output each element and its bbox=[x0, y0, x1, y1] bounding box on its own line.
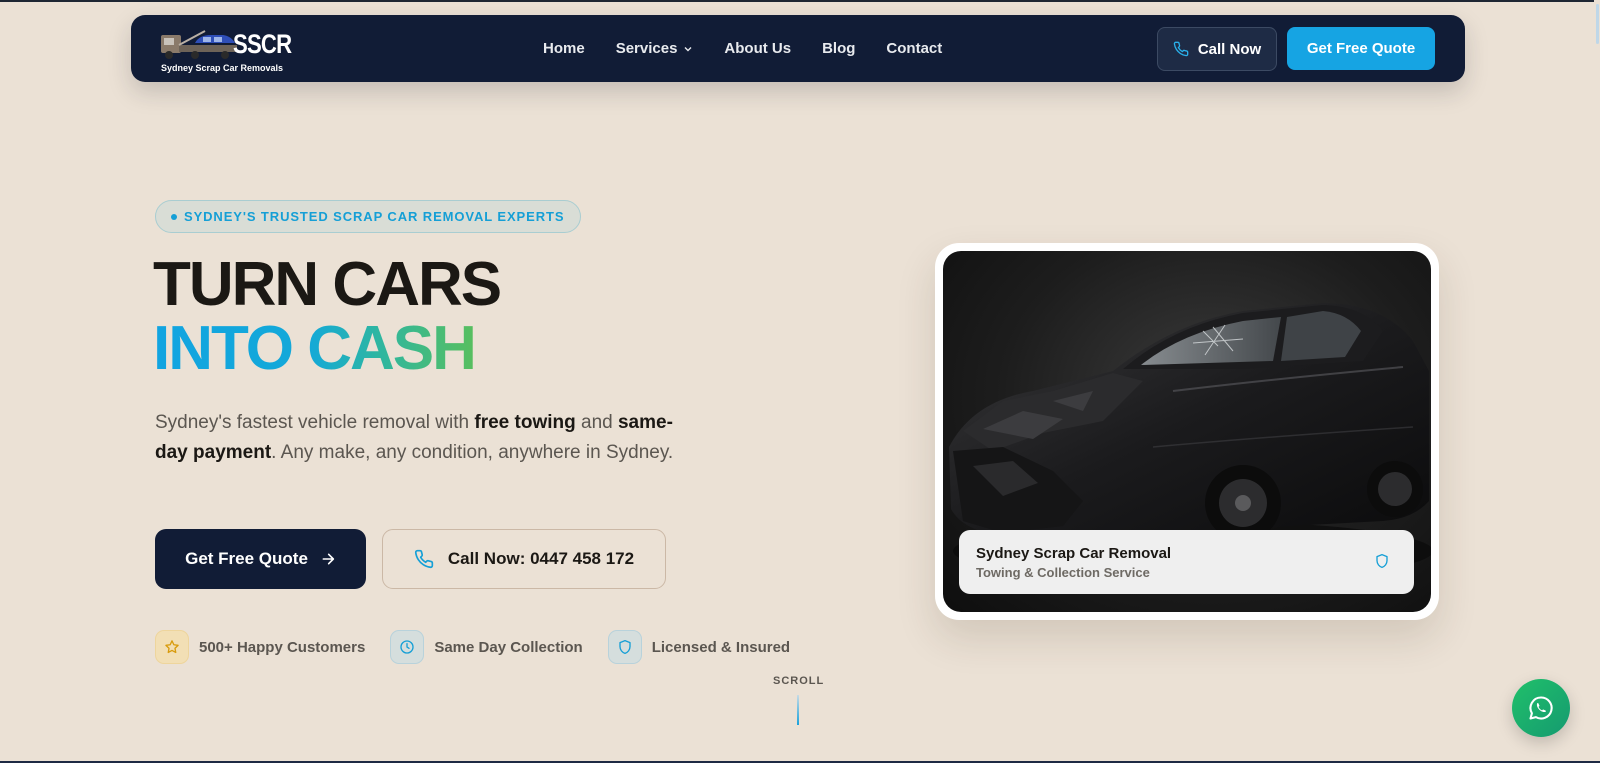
hero-badge: SYDNEY'S TRUSTED SCRAP CAR REMOVAL EXPER… bbox=[155, 200, 582, 233]
arrow-right-icon bbox=[322, 553, 335, 565]
phone-icon bbox=[1173, 41, 1189, 57]
whatsapp-button[interactable] bbox=[1512, 679, 1570, 737]
page-scrollbar[interactable] bbox=[1594, 0, 1600, 763]
feature-label: 500+ Happy Customers bbox=[199, 638, 366, 656]
hero-image-card: Sydney Scrap Car Removal Towing & Collec… bbox=[935, 243, 1439, 620]
hero-get-quote-button[interactable]: Get Free Quote bbox=[155, 529, 366, 589]
star-icon bbox=[155, 630, 189, 664]
main-nav: Home Services About Us Blog Contact bbox=[543, 15, 973, 82]
navbar: SSCR Sydney Scrap Car Removals Home Serv… bbox=[131, 15, 1465, 82]
logo-subtitle: Sydney Scrap Car Removals bbox=[161, 63, 284, 73]
nav-link-services-label: Services bbox=[615, 40, 678, 57]
logo-mark: SSCR bbox=[233, 29, 292, 59]
lead-part-2: and bbox=[575, 412, 618, 433]
shield-icon bbox=[1374, 552, 1390, 575]
hero-call-label: Call Now: 0447 458 172 bbox=[447, 549, 635, 568]
lead-bold-1: free towing bbox=[474, 412, 576, 433]
nav-link-home[interactable]: Home bbox=[543, 40, 585, 57]
hero-call-button[interactable]: Call Now: 0447 458 172 bbox=[382, 529, 666, 589]
call-now-label: Call Now bbox=[1197, 40, 1262, 58]
feature-label: Same Day Collection bbox=[434, 638, 583, 656]
headline-line-2: INTO CASH bbox=[153, 317, 500, 381]
wrecked-car-image: Sydney Scrap Car Removal Towing & Collec… bbox=[943, 251, 1431, 612]
clock-icon bbox=[390, 630, 425, 664]
badge-dot bbox=[171, 213, 177, 220]
chevron-down-icon bbox=[684, 46, 692, 51]
hero-headline: TURN CARS INTO CASH bbox=[153, 250, 502, 381]
nav-link-contact[interactable]: Contact bbox=[886, 40, 942, 57]
phone-icon bbox=[414, 549, 434, 569]
feature-item: Licensed & Insured bbox=[607, 630, 791, 664]
headline-line-1: TURN CARS bbox=[153, 250, 502, 319]
hero-badge-text: SYDNEY'S TRUSTED SCRAP CAR REMOVAL EXPER… bbox=[184, 209, 565, 224]
top-edge bbox=[0, 0, 1600, 2]
scrollbar-thumb[interactable] bbox=[1596, 4, 1599, 44]
nav-link-blog[interactable]: Blog bbox=[822, 40, 855, 57]
car-info-subtitle: Towing & Collection Service bbox=[976, 565, 1150, 580]
call-now-button[interactable]: Call Now bbox=[1157, 27, 1277, 71]
feature-item: Same Day Collection bbox=[390, 630, 583, 664]
lead-part-1: Sydney's fastest vehicle removal with bbox=[155, 412, 475, 433]
whatsapp-icon bbox=[1529, 696, 1553, 720]
hero-get-quote-label: Get Free Quote bbox=[185, 549, 308, 568]
scroll-hint: SCROLL bbox=[773, 675, 825, 687]
feature-item: 500+ Happy Customers bbox=[155, 630, 365, 664]
feature-label: Licensed & Insured bbox=[651, 638, 791, 656]
nav-link-about[interactable]: About Us bbox=[724, 40, 791, 57]
lead-part-3: . Any make, any condition, anywhere in S… bbox=[271, 441, 674, 463]
logo[interactable]: SSCR Sydney Scrap Car Removals bbox=[159, 23, 292, 75]
get-free-quote-button[interactable]: Get Free Quote bbox=[1287, 27, 1435, 70]
nav-link-services[interactable]: Services bbox=[616, 40, 694, 57]
car-info-title: Sydney Scrap Car Removal bbox=[976, 545, 1172, 562]
car-info-panel: Sydney Scrap Car Removal Towing & Collec… bbox=[959, 530, 1414, 594]
shield-icon bbox=[607, 630, 642, 664]
feature-list: 500+ Happy Customers Same Day Collection… bbox=[155, 630, 815, 664]
hero-lead: Sydney's fastest vehicle removal with fr… bbox=[155, 408, 695, 467]
scroll-indicator-line bbox=[797, 695, 799, 725]
tow-truck-icon bbox=[161, 30, 237, 59]
